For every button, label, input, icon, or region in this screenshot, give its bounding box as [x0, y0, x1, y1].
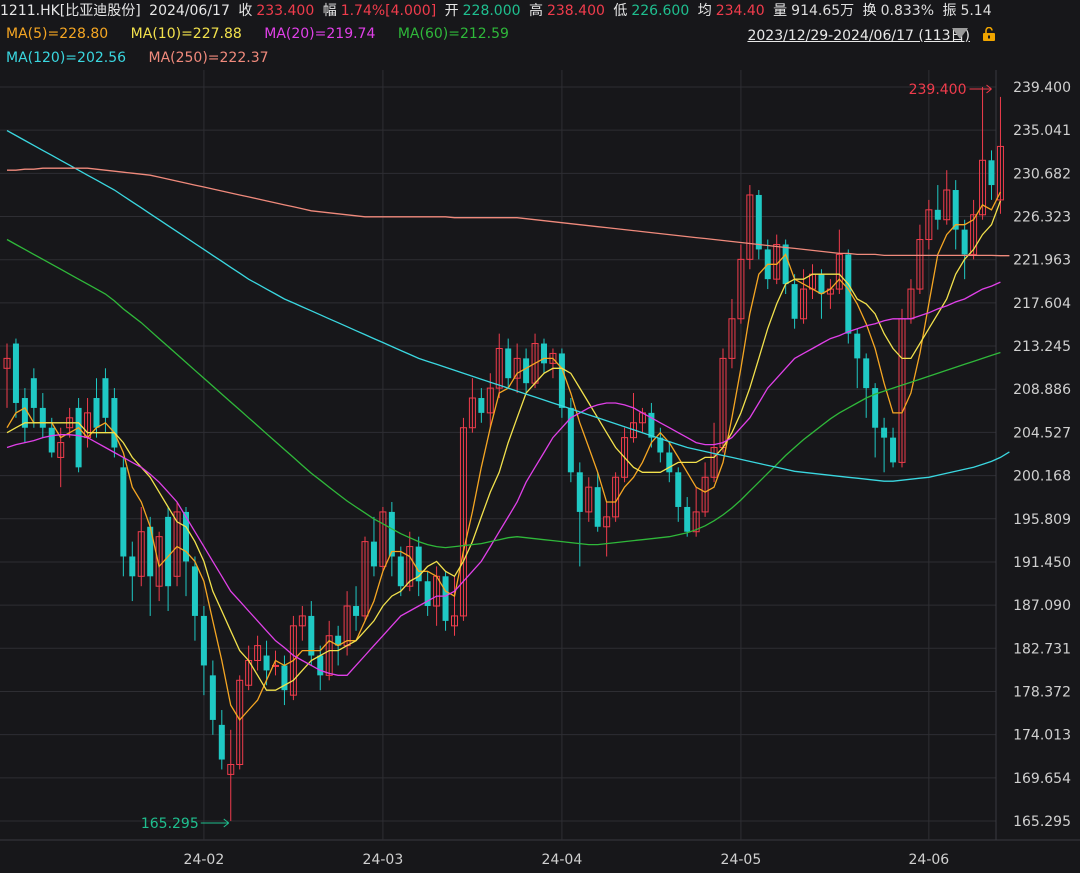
x-tick-label: 24-04	[542, 852, 583, 868]
ma-line	[6, 281, 1001, 676]
candle-body	[353, 606, 360, 616]
candle-body	[684, 506, 691, 532]
y-tick-label: 169.654	[1013, 771, 1071, 787]
candle-body	[397, 556, 404, 587]
candle-body	[988, 160, 995, 186]
candle-body	[961, 229, 968, 255]
y-tick-label: 230.682	[1013, 166, 1071, 182]
candle-body	[93, 398, 100, 428]
ma60-legend: MA(60)=212.59	[397, 26, 509, 42]
x-tick-label: 24-05	[721, 852, 762, 868]
y-tick-label: 165.295	[1013, 814, 1071, 830]
ma120-legend: MA(120)=202.56	[6, 50, 127, 66]
candle-body	[191, 566, 198, 616]
ma-legend-row-1: MA(5)=228.80 MA(10)=227.88 MA(20)=219.74…	[6, 26, 527, 42]
y-tick-label: 204.527	[1013, 425, 1071, 441]
candle-body	[791, 284, 798, 319]
date-range-selector[interactable]: 2023/12/29-2024/06/17 (113日)	[747, 25, 970, 45]
y-tick-label: 178.372	[1013, 684, 1071, 700]
candle-body	[308, 615, 315, 656]
candle-body	[478, 398, 485, 413]
candle-body	[952, 190, 959, 230]
candle-body	[934, 209, 941, 220]
candle-body	[120, 467, 127, 557]
candle-body	[200, 615, 207, 666]
ma-legend-row-2: MA(120)=202.56 MA(250)=222.37	[6, 50, 287, 66]
candle-body	[75, 407, 82, 468]
y-tick-label: 221.963	[1013, 253, 1071, 269]
candle-body	[165, 516, 172, 587]
candle-body	[881, 427, 888, 438]
y-tick-label: 217.604	[1013, 296, 1071, 312]
candle-body	[102, 378, 109, 418]
chevron-down-icon[interactable]	[952, 28, 968, 39]
candle-body	[523, 358, 530, 384]
candle-body	[388, 511, 395, 557]
candle-body	[541, 343, 547, 364]
ma10-legend: MA(10)=227.88	[130, 26, 242, 42]
x-tick-label: 24-02	[184, 852, 225, 868]
candle-body	[558, 353, 565, 408]
candle-body	[39, 407, 46, 428]
candle-body	[442, 576, 449, 621]
y-tick-label: 191.450	[1013, 555, 1071, 571]
y-tick-label: 187.090	[1013, 598, 1071, 614]
x-tick-label: 24-03	[363, 852, 404, 868]
candle-body	[505, 348, 512, 379]
candle-body	[666, 452, 673, 473]
candle-body	[594, 487, 601, 527]
ma250-legend: MA(250)=222.37	[148, 50, 269, 66]
candle-body	[12, 343, 19, 403]
min-price-label: 165.295	[141, 816, 199, 832]
candle-body	[854, 333, 861, 359]
candle-body	[818, 274, 825, 295]
candle-body	[576, 472, 583, 512]
y-tick-label: 200.168	[1013, 469, 1071, 485]
candle-body	[263, 655, 270, 671]
x-tick-label: 24-06	[909, 852, 950, 868]
y-tick-label: 208.886	[1013, 382, 1071, 398]
candle-body	[218, 724, 225, 760]
candle-body	[209, 675, 216, 720]
ma5-legend: MA(5)=228.80	[6, 26, 109, 42]
candle-body	[755, 194, 762, 250]
candle-body	[48, 427, 55, 453]
candle-body	[675, 472, 682, 507]
ma20-legend: MA(20)=219.74	[264, 26, 376, 42]
ma-line	[6, 238, 1001, 549]
y-tick-label: 239.400	[1013, 80, 1071, 96]
candle-body	[111, 398, 118, 448]
ma-line	[6, 130, 1010, 482]
candle-body	[845, 254, 852, 334]
max-price-label: 239.400	[909, 82, 967, 98]
candle-body	[890, 437, 897, 463]
candle-body	[863, 358, 870, 389]
y-tick-label: 182.731	[1013, 641, 1071, 657]
y-tick-label: 174.013	[1013, 728, 1071, 744]
candle-body	[30, 378, 37, 408]
candle-body	[370, 541, 377, 567]
ma-line	[7, 167, 1010, 257]
candle-body	[317, 655, 324, 676]
candlestick-chart[interactable]: 239.400 235.041 230.682 226.323 221.963 217.6…	[0, 0, 1080, 873]
y-tick-label: 235.041	[1013, 123, 1071, 139]
y-tick-label: 195.809	[1013, 512, 1071, 528]
candle-body	[129, 556, 136, 577]
y-tick-label: 226.323	[1013, 210, 1071, 226]
y-tick-label: 213.245	[1013, 339, 1071, 355]
candle-body	[782, 244, 789, 285]
ma-line	[6, 200, 1002, 691]
lock-icon[interactable]	[982, 27, 996, 41]
